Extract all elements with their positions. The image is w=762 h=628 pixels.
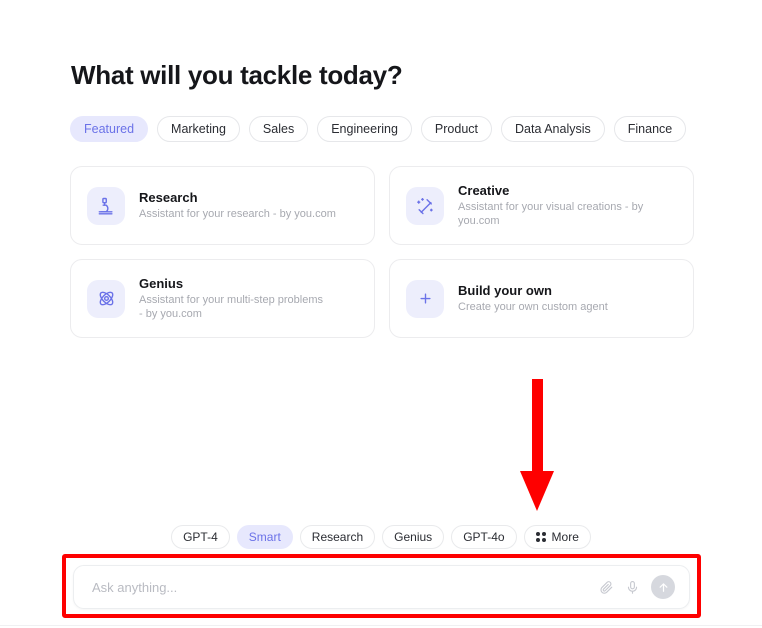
model-pill-research[interactable]: Research xyxy=(299,525,376,549)
agent-card-description: Assistant for your visual creations - by… xyxy=(458,201,644,227)
agent-card-build-your-own[interactable]: Build your own Create your own custom ag… xyxy=(389,259,694,338)
agent-card-grid: Research Assistant for your research - b… xyxy=(70,166,694,338)
agent-card-title: Build your own xyxy=(458,282,552,298)
agent-card-title: Creative xyxy=(458,183,510,198)
model-pill-label: GPT-4o xyxy=(463,530,505,544)
category-chip-finance[interactable]: Finance xyxy=(613,116,687,142)
agent-card-genius[interactable]: Genius Assistant for your multi-step pro… xyxy=(70,259,375,338)
model-pill-genius[interactable]: Genius xyxy=(382,525,445,549)
ask-anything-input[interactable] xyxy=(90,566,599,608)
agent-card-description: Assistant for your multi-step problems -… xyxy=(139,294,324,320)
model-pill-label: Genius xyxy=(394,530,433,544)
agent-card-text: Research Assistant for your research - b… xyxy=(139,190,336,222)
model-pill-label: GPT-4 xyxy=(183,530,218,544)
page-title: What will you tackle today? xyxy=(71,60,403,90)
atom-icon xyxy=(87,279,125,318)
agent-card-text: Creative Assistant for your visual creat… xyxy=(458,183,648,228)
model-pill-more[interactable]: More xyxy=(523,525,591,549)
model-pill-label: Research xyxy=(311,530,364,544)
magic-wand-icon xyxy=(406,186,444,225)
microscope-icon xyxy=(87,186,125,225)
home-screen: What will you tackle today? Featured Mar… xyxy=(0,0,762,628)
agent-card-research[interactable]: Research Assistant for your research - b… xyxy=(70,166,375,245)
category-chip-sales[interactable]: Sales xyxy=(248,116,309,142)
model-pill-smart[interactable]: Smart xyxy=(236,525,293,549)
agent-card-title: Genius xyxy=(139,276,184,291)
plus-icon xyxy=(406,279,444,318)
send-button[interactable] xyxy=(651,575,675,599)
grid-dots-icon xyxy=(535,532,546,542)
agent-card-text: Build your own Create your own custom ag… xyxy=(458,283,608,315)
microphone-icon[interactable] xyxy=(625,580,640,595)
bottom-divider xyxy=(0,625,762,626)
composer-actions xyxy=(599,575,675,599)
agent-card-creative[interactable]: Creative Assistant for your visual creat… xyxy=(389,166,694,245)
agent-card-description: Assistant for your research - by you.com xyxy=(139,207,336,220)
agent-card-description: Create your own custom agent xyxy=(458,300,608,313)
model-pill-gpt-4o[interactable]: GPT-4o xyxy=(451,525,517,549)
category-chip-product[interactable]: Product xyxy=(420,116,493,142)
model-pill-label: Smart xyxy=(248,530,281,544)
model-pill-label: More xyxy=(551,530,579,544)
agent-card-title: Research xyxy=(139,189,198,205)
category-chip-engineering[interactable]: Engineering xyxy=(317,116,412,142)
paperclip-icon[interactable] xyxy=(599,580,614,595)
category-chip-data-analysis[interactable]: Data Analysis xyxy=(501,116,605,142)
red-down-arrow xyxy=(508,379,566,513)
category-chip-featured[interactable]: Featured xyxy=(70,116,149,142)
model-selector-bar: GPT-4 Smart Research Genius GPT-4o More xyxy=(0,525,762,549)
model-pill-gpt-4[interactable]: GPT-4 xyxy=(171,525,230,549)
category-filter-bar: Featured Marketing Sales Engineering Pro… xyxy=(70,116,687,142)
composer[interactable] xyxy=(73,565,690,609)
category-chip-marketing[interactable]: Marketing xyxy=(157,116,240,142)
agent-card-text: Genius Assistant for your multi-step pro… xyxy=(139,276,329,321)
